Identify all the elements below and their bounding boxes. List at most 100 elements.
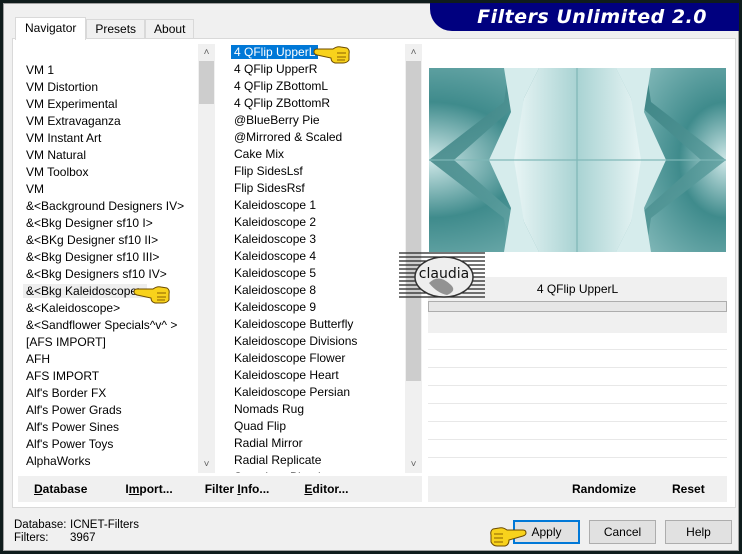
- category-list-item[interactable]: [22, 45, 198, 62]
- filter-list-item[interactable]: Kaleidoscope 1: [231, 197, 405, 214]
- category-list-item[interactable]: &<Bkg Designer sf10 III>: [22, 249, 198, 266]
- category-list-item[interactable]: VM Extravaganza: [22, 113, 198, 130]
- category-list-item[interactable]: VM 1: [22, 62, 198, 79]
- filter-item-label: Kaleidoscope Butterfly: [234, 317, 354, 331]
- filter-item-label: Kaleidoscope 3: [234, 232, 317, 246]
- filter-item-label: Seamless Blend: [231, 470, 324, 473]
- cancel-button[interactable]: Cancel: [589, 520, 656, 544]
- category-item-label: [23, 46, 29, 60]
- category-list-item[interactable]: AFH: [22, 351, 198, 368]
- filter-item-label: Kaleidoscope Persian: [234, 385, 351, 399]
- category-list-item[interactable]: Andrew's Filter Collection 55: [22, 470, 198, 473]
- filter-list-item[interactable]: Kaleidoscope Butterfly: [231, 316, 405, 333]
- scrollbar-thumb[interactable]: [199, 61, 214, 104]
- scroll-up-arrow-icon[interactable]: ˄: [405, 44, 422, 61]
- category-item-label: [AFS IMPORT]: [26, 335, 106, 349]
- category-list-item[interactable]: &<BKg Designer sf10 II>: [22, 232, 198, 249]
- filters-label: Filters:: [14, 532, 49, 544]
- category-list-item[interactable]: &<Sandflower Specials^v^ >: [22, 317, 198, 334]
- category-item-label: VM Distortion: [26, 80, 99, 94]
- category-item-label: VM: [26, 182, 44, 196]
- category-item-label: Alf's Power Grads: [26, 403, 122, 417]
- category-list-item[interactable]: &<Bkg Designers sf10 IV>: [22, 266, 198, 283]
- category-list-item[interactable]: VM Toolbox: [22, 164, 198, 181]
- category-item-label: VM Instant Art: [26, 131, 102, 145]
- filter-list-item[interactable]: 4 QFlip ZBottomL: [231, 78, 405, 95]
- filter-list-item[interactable]: Kaleidoscope Heart: [231, 367, 405, 384]
- parameter-slider[interactable]: [428, 301, 727, 312]
- tab-presets[interactable]: Presets: [86, 19, 146, 40]
- scroll-down-arrow-icon[interactable]: ˅: [198, 456, 215, 473]
- category-list-item[interactable]: VM Natural: [22, 147, 198, 164]
- filters-count: 3967: [70, 532, 96, 544]
- category-list-item[interactable]: &<Background Designers IV>: [22, 198, 198, 215]
- category-item-label: VM Toolbox: [26, 165, 89, 179]
- filter-list-item[interactable]: Kaleidoscope 4: [231, 248, 405, 265]
- filter-list-item[interactable]: Nomads Rug: [231, 401, 405, 418]
- category-list-item[interactable]: Alf's Border FX: [22, 385, 198, 402]
- scrollbar-thumb[interactable]: [406, 61, 421, 381]
- category-list-item[interactable]: &<Bkg Designer sf10 I>: [22, 215, 198, 232]
- category-list-scrollbar[interactable]: ˄ ˅: [198, 44, 215, 473]
- filter-item-label: 4 QFlip UpperL: [231, 45, 319, 59]
- tab-bar: Navigator Presets About: [15, 17, 195, 40]
- category-item-label: &<Kaleidoscope>: [26, 301, 121, 315]
- filter-list-item[interactable]: Kaleidoscope 9: [231, 299, 405, 316]
- tab-navigator[interactable]: Navigator: [15, 17, 87, 40]
- editor-button[interactable]: Editor...: [304, 482, 348, 496]
- filter-list-item[interactable]: @BlueBerry Pie: [231, 112, 405, 129]
- status-filters: Filters: 3967: [14, 532, 96, 545]
- import-button[interactable]: Import...: [125, 482, 172, 496]
- category-list-item[interactable]: VM: [22, 181, 198, 198]
- scroll-down-arrow-icon[interactable]: ˅: [405, 456, 422, 473]
- category-list-item[interactable]: VM Experimental: [22, 96, 198, 113]
- category-list-item[interactable]: Alf's Power Grads: [22, 402, 198, 419]
- category-item-label: VM Experimental: [26, 97, 118, 111]
- filter-item-label: Nomads Rug: [234, 402, 305, 416]
- category-item-label: Alf's Power Toys: [26, 437, 114, 451]
- database-button[interactable]: Database: [34, 482, 87, 496]
- filter-list-item[interactable]: Seamless Blend: [231, 469, 405, 473]
- category-list-item[interactable]: &<Bkg Kaleidoscope>: [22, 283, 198, 300]
- filter-item-label: 4 QFlip ZBottomL: [234, 79, 329, 93]
- filter-info-button[interactable]: Filter Info...: [205, 482, 270, 496]
- filter-list-item[interactable]: Radial Mirror: [231, 435, 405, 452]
- category-list-item[interactable]: AlphaWorks: [22, 453, 198, 470]
- filter-list-item[interactable]: Radial Replicate: [231, 452, 405, 469]
- filter-list-item[interactable]: Kaleidoscope 2: [231, 214, 405, 231]
- filter-list-item[interactable]: Flip SidesRsf: [231, 180, 405, 197]
- filter-list-item[interactable]: Kaleidoscope Divisions: [231, 333, 405, 350]
- help-button[interactable]: Help: [665, 520, 732, 544]
- category-list-item[interactable]: [AFS IMPORT]: [22, 334, 198, 351]
- category-list-item[interactable]: VM Distortion: [22, 79, 198, 96]
- reset-button[interactable]: Reset: [672, 482, 705, 496]
- category-list-item[interactable]: Alf's Power Toys: [22, 436, 198, 453]
- filter-list-item[interactable]: Kaleidoscope 3: [231, 231, 405, 248]
- pointing-hand-icon: [133, 286, 170, 304]
- category-list[interactable]: VM 1 VM Distortion VM Experimental VM Extra…: [22, 44, 198, 473]
- category-list-item[interactable]: &<Kaleidoscope>: [22, 300, 198, 317]
- filter-list-item[interactable]: Flip SidesLsf: [231, 163, 405, 180]
- filter-list-item[interactable]: Cake Mix: [231, 146, 405, 163]
- filter-item-label: Flip SidesRsf: [234, 181, 305, 195]
- filter-list-item[interactable]: 4 QFlip ZBottomR: [231, 95, 405, 112]
- filter-list-item[interactable]: Kaleidoscope 8: [231, 282, 405, 299]
- filter-list-item[interactable]: Kaleidoscope 5: [231, 265, 405, 282]
- tab-about[interactable]: About: [145, 19, 195, 40]
- filter-item-label: Kaleidoscope 4: [234, 249, 317, 263]
- category-list-item[interactable]: VM Instant Art: [22, 130, 198, 147]
- scroll-up-arrow-icon[interactable]: ˄: [198, 44, 215, 61]
- divider: [428, 349, 727, 350]
- filter-preview-image: [429, 68, 726, 252]
- filter-list[interactable]: 4 QFlip UpperL 4 QFlip UpperR 4 QFlip ZBot…: [231, 44, 405, 473]
- filter-item-label: Kaleidoscope 9: [234, 300, 317, 314]
- filter-list-item[interactable]: Kaleidoscope Flower: [231, 350, 405, 367]
- randomize-button[interactable]: Randomize: [572, 482, 636, 496]
- category-list-item[interactable]: Alf's Power Sines: [22, 419, 198, 436]
- filter-list-item[interactable]: Kaleidoscope Persian: [231, 384, 405, 401]
- filter-list-item[interactable]: @Mirrored & Scaled: [231, 129, 405, 146]
- category-list-item[interactable]: AFS IMPORT: [22, 368, 198, 385]
- divider: [428, 403, 727, 404]
- filter-list-item[interactable]: Quad Flip: [231, 418, 405, 435]
- filter-item-label: Kaleidoscope 1: [234, 198, 317, 212]
